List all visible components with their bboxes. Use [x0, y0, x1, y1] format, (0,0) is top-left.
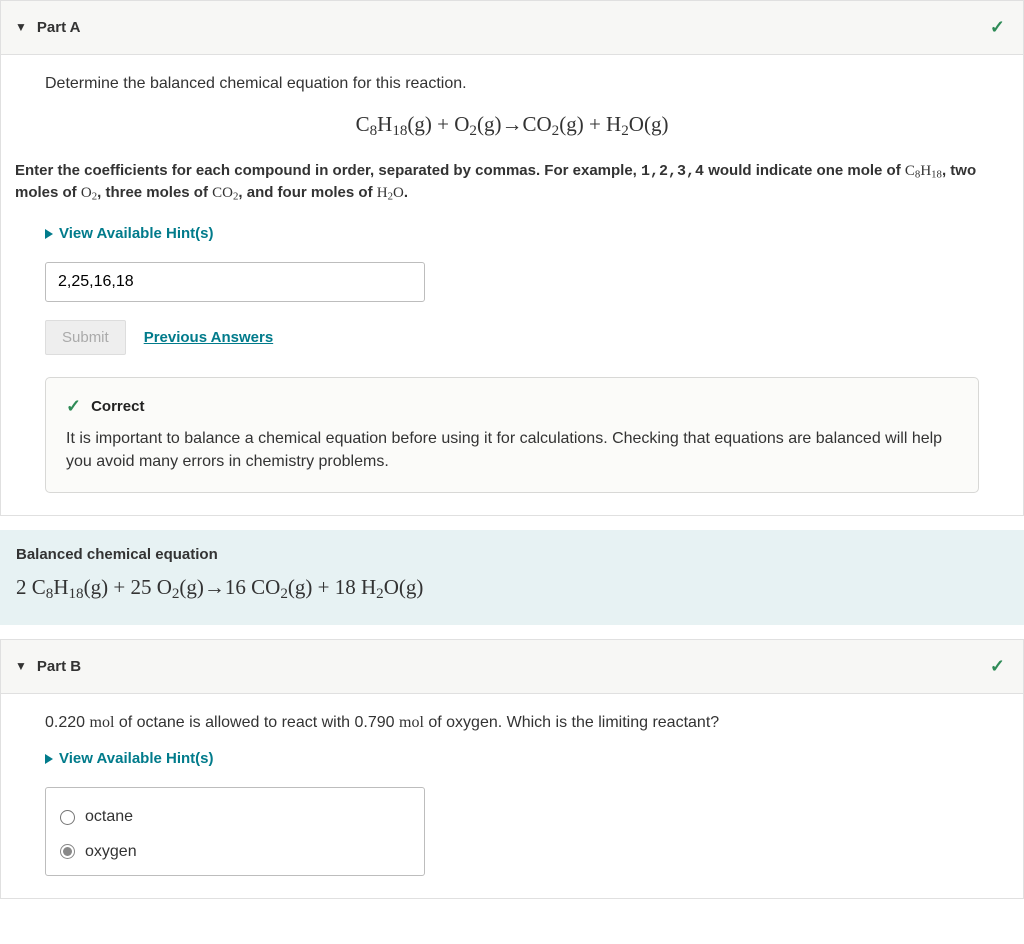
balanced-equation: 2 C8H18(g) + 25 O2(g)→16 CO2(g) + 18 H2O… [16, 573, 1008, 605]
part-b-header[interactable]: ▼ Part B ✓ [1, 640, 1023, 694]
mol-unit-2: mol [399, 714, 424, 731]
mol2: 0.790 [355, 714, 395, 731]
hints-label-a: View Available Hint(s) [59, 223, 214, 244]
part-a-title: Part A [37, 17, 81, 38]
triangle-down-icon: ▼ [15, 19, 27, 36]
triangle-down-icon: ▼ [15, 658, 27, 675]
answer-input[interactable] [45, 262, 425, 302]
triangle-right-icon [45, 754, 53, 764]
check-icon: ✓ [990, 654, 1005, 679]
instr-example: 1,2,3,4 [641, 163, 704, 180]
instr-mid: would indicate one mole of [704, 162, 905, 179]
part-b-title: Part B [37, 656, 81, 677]
c2: , three moles of [97, 184, 212, 201]
part-b-body: 0.220 mol of octane is allowed to react … [1, 694, 1023, 898]
radio-oxygen-label: oxygen [85, 841, 137, 863]
radio-octane-input[interactable] [60, 810, 75, 825]
instruction-text: Enter the coefficients for each compound… [15, 160, 1009, 206]
feedback-box: ✓ Correct It is important to balance a c… [45, 377, 979, 493]
hints-toggle-b[interactable]: View Available Hint(s) [45, 748, 979, 769]
instr-prefix: Enter the coefficients for each compound… [15, 162, 641, 179]
part-a-header[interactable]: ▼ Part A ✓ [1, 1, 1023, 55]
check-icon: ✓ [66, 394, 81, 419]
hints-toggle-a[interactable]: View Available Hint(s) [45, 223, 979, 244]
t1: of octane is allowed to react with [114, 714, 354, 731]
part-b-container: ▼ Part B ✓ 0.220 mol of octane is allowe… [0, 639, 1024, 899]
balanced-panel: Balanced chemical equation 2 C8H18(g) + … [0, 530, 1024, 625]
part-a-container: ▼ Part A ✓ Determine the balanced chemic… [0, 0, 1024, 516]
mol-unit-1: mol [90, 714, 115, 731]
part-a-body: Determine the balanced chemical equation… [1, 55, 1023, 514]
radio-oxygen-input[interactable] [60, 844, 75, 859]
iend: . [404, 184, 408, 201]
part-a-prompt: Determine the balanced chemical equation… [45, 73, 979, 95]
hints-label-b: View Available Hint(s) [59, 748, 214, 769]
triangle-right-icon [45, 229, 53, 239]
mol1: 0.220 [45, 714, 85, 731]
part-b-prompt: 0.220 mol of octane is allowed to react … [45, 712, 979, 734]
radio-option-octane[interactable]: octane [60, 800, 410, 834]
reaction-equation: C8H18(g) + O2(g)→CO2(g) + H2O(g) [45, 110, 979, 142]
previous-answers-link[interactable]: Previous Answers [144, 327, 274, 348]
radio-octane-label: octane [85, 806, 133, 828]
balanced-title: Balanced chemical equation [16, 544, 1008, 565]
feedback-body: It is important to balance a chemical eq… [66, 427, 958, 473]
check-icon: ✓ [990, 15, 1005, 40]
radio-group: octane oxygen [45, 787, 425, 876]
feedback-title: Correct [91, 396, 144, 417]
radio-option-oxygen[interactable]: oxygen [60, 835, 410, 869]
submit-button[interactable]: Submit [45, 320, 126, 355]
c3: , and four moles of [238, 184, 376, 201]
t2: of oxygen. Which is the limiting reactan… [424, 714, 719, 731]
